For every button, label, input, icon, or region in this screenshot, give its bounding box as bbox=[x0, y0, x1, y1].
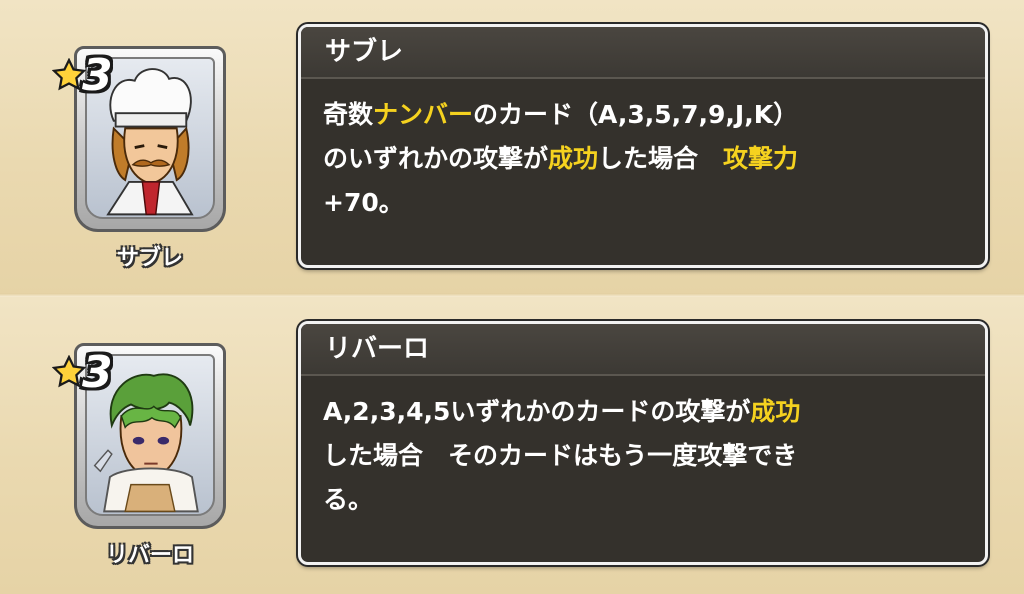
desc-text: +70。 bbox=[323, 188, 404, 217]
rarity-badge: 3 bbox=[52, 50, 132, 101]
desc-text: 奇数 bbox=[323, 100, 374, 129]
desc-line-1: 奇数ナンバーのカード（A,3,5,7,9,J,K） bbox=[323, 93, 965, 137]
desc-text: る。 bbox=[323, 485, 374, 514]
desc-highlight: 成功 bbox=[750, 397, 801, 426]
desc-line-3: る。 bbox=[323, 478, 965, 522]
skill-description: A,2,3,4,5いずれかのカードの攻撃が成功 した場合 そのカードはもう一度攻… bbox=[301, 376, 985, 522]
desc-highlight: 攻撃力 bbox=[723, 144, 799, 173]
skill-panel: サブレ 奇数ナンバーのカード（A,3,5,7,9,J,K） のいずれかの攻撃が成… bbox=[298, 24, 988, 268]
desc-line-1: A,2,3,4,5いずれかのカードの攻撃が成功 bbox=[323, 390, 965, 434]
skill-row-rivaro: 3 リバーロ リバーロ A,2,3,4,5いずれかのカードの攻撃が成功 した場合… bbox=[0, 297, 1024, 594]
desc-text: のカード（A,3,5,7,9,J,K） bbox=[473, 100, 799, 129]
rarity-number: 3 bbox=[82, 50, 113, 101]
skill-panel: リバーロ A,2,3,4,5いずれかのカードの攻撃が成功 した場合 そのカードは… bbox=[298, 321, 988, 565]
desc-line-2: のいずれかの攻撃が成功した場合 攻撃力 bbox=[323, 137, 965, 181]
desc-line-3: +70。 bbox=[323, 181, 965, 225]
desc-text: した場合 bbox=[598, 144, 724, 173]
desc-highlight: 成功 bbox=[548, 144, 599, 173]
desc-highlight: ナンバー bbox=[373, 100, 474, 129]
rarity-number: 3 bbox=[82, 347, 113, 398]
star-icon bbox=[52, 355, 86, 388]
skill-title: リバーロ bbox=[301, 324, 985, 376]
desc-text: のいずれかの攻撃が bbox=[323, 144, 549, 173]
star-icon bbox=[52, 58, 86, 91]
skill-title: サブレ bbox=[301, 27, 985, 79]
rarity-badge: 3 bbox=[52, 347, 132, 398]
desc-text: した場合 そのカードはもう一度攻撃でき bbox=[323, 441, 798, 470]
character-name-label: サブレ bbox=[116, 246, 183, 271]
skill-row-sable: 3 サブレ サブレ 奇数ナンバーのカード（A,3,5,7,9,J,K） のいずれ… bbox=[0, 0, 1024, 297]
skill-description: 奇数ナンバーのカード（A,3,5,7,9,J,K） のいずれかの攻撃が成功した場… bbox=[301, 79, 985, 225]
desc-line-2: した場合 そのカードはもう一度攻撃でき bbox=[323, 434, 965, 478]
desc-text: A,2,3,4,5いずれかのカードの攻撃が bbox=[323, 397, 751, 426]
character-name-label: リバーロ bbox=[105, 543, 194, 568]
